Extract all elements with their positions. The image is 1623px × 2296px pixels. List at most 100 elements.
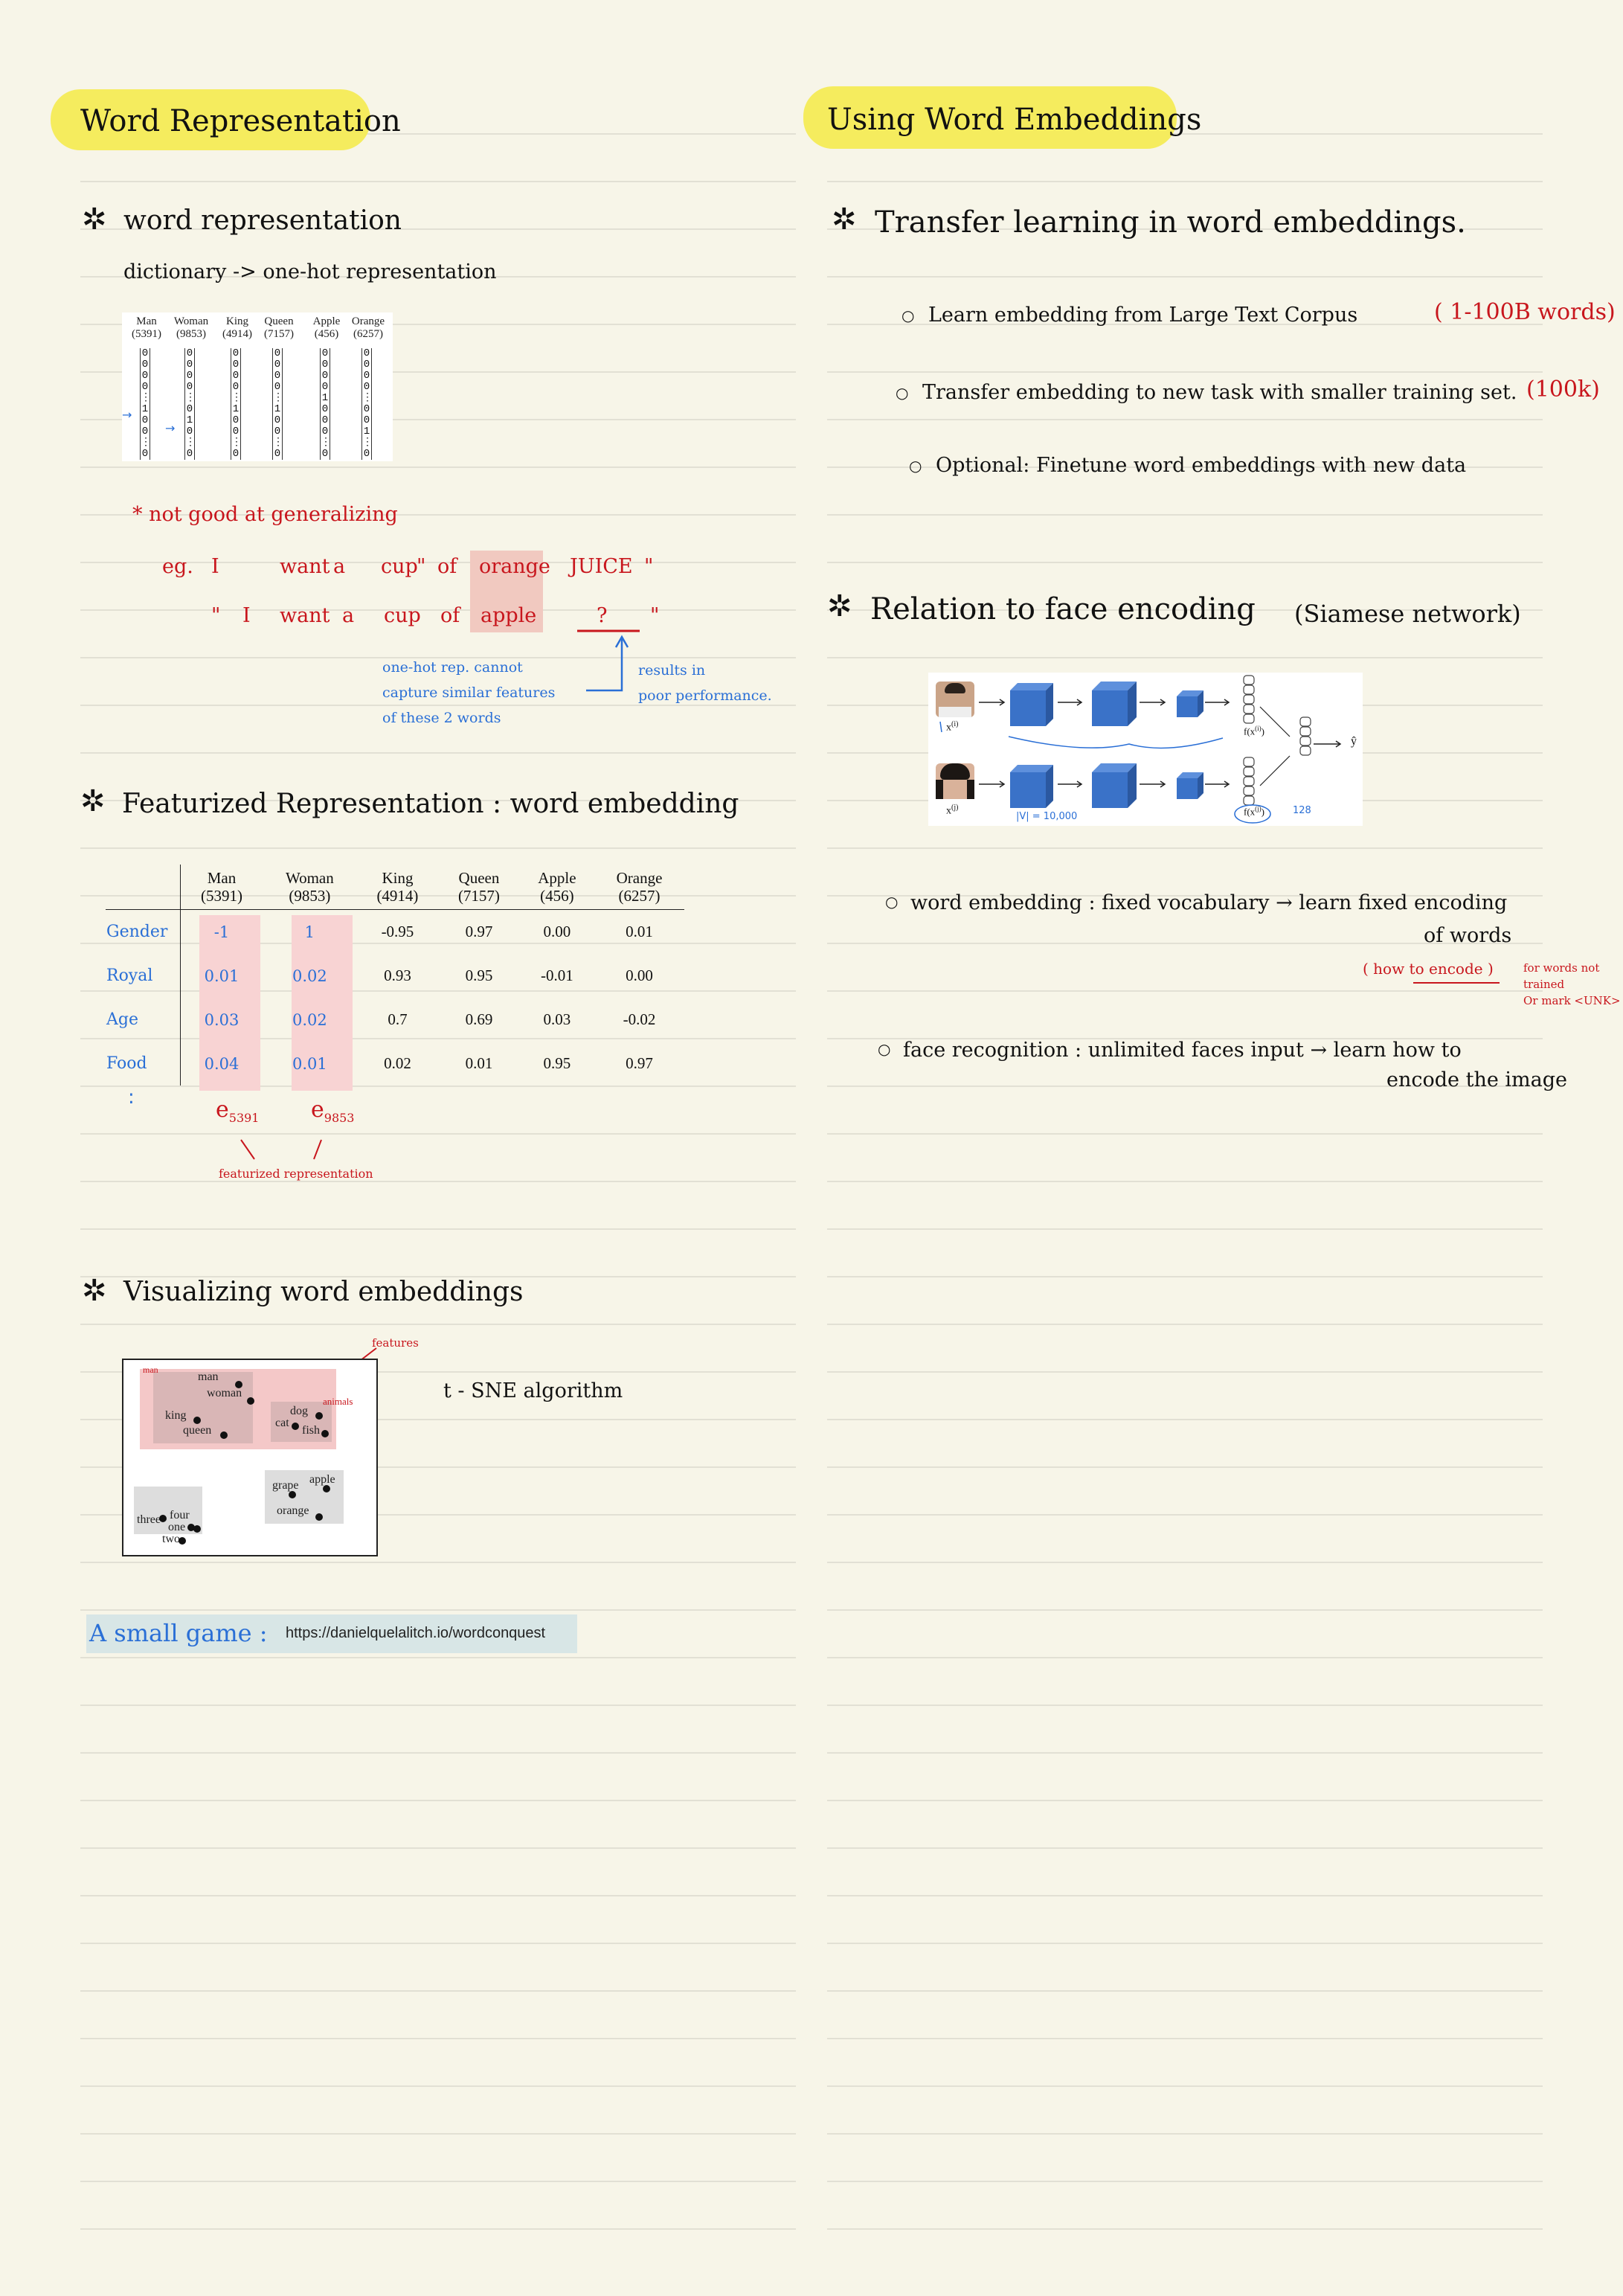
tsne-annotation: animals bbox=[323, 1396, 353, 1407]
tsne-word-label: fish bbox=[302, 1424, 320, 1437]
table-cell: 0.95 bbox=[543, 1054, 571, 1072]
word-embedding-note: word embedding : fixed vocabulary → lear… bbox=[910, 891, 1508, 914]
onehot-column-header: Woman (9853) bbox=[173, 315, 209, 340]
star-icon: ✲ bbox=[827, 589, 852, 623]
face-recognition-note-cont: encode the image bbox=[1386, 1068, 1567, 1091]
note-line: capture similar features bbox=[382, 684, 556, 701]
feature-label: Gender bbox=[106, 909, 181, 954]
table-cell: 0.03 bbox=[543, 1010, 571, 1028]
onehot-column-header: Apple (456) bbox=[312, 315, 341, 340]
word-embedding-note-cont: of words bbox=[1424, 924, 1512, 947]
star-icon: ✲ bbox=[82, 1274, 107, 1308]
sentence-word: orange bbox=[479, 555, 550, 578]
sentence-word: I bbox=[242, 604, 251, 627]
featurized-arrows bbox=[240, 1139, 322, 1160]
table-cell: 1 bbox=[304, 923, 315, 941]
sentence-word: a bbox=[333, 555, 346, 578]
table-column-header: Man (5391) bbox=[180, 865, 263, 910]
tsne-word-label: apple bbox=[309, 1473, 335, 1486]
table-column-header: Apple (456) bbox=[519, 865, 595, 910]
table-corner bbox=[106, 865, 181, 910]
table-row: Gender -1 1 -0.95 0.97 0.00 0.01 bbox=[106, 909, 684, 954]
tsne-point bbox=[315, 1513, 323, 1521]
note-line: of these 2 words bbox=[382, 710, 501, 726]
onehot-vector: 0 0 0 0 1 0 0 0 ⋮ 0 bbox=[320, 347, 331, 460]
table-cell: 0.00 bbox=[543, 923, 571, 940]
tsne-word-label: woman bbox=[207, 1387, 242, 1399]
how-to-encode-note: ( how to encode ) bbox=[1363, 960, 1494, 978]
tsne-word-label: dog bbox=[290, 1405, 308, 1417]
tsne-point bbox=[292, 1423, 299, 1430]
table-cell: 0.01 bbox=[626, 923, 653, 940]
tsne-word-label: cat bbox=[275, 1417, 289, 1429]
table-cell: 0.97 bbox=[465, 923, 493, 940]
e-woman-label: e9853 bbox=[311, 1097, 355, 1125]
unk-note: for words not trained Or mark <UNK> bbox=[1523, 960, 1621, 1009]
eg-label: eg. bbox=[162, 555, 193, 578]
onehot-figure: Man (5391) Woman (9853) King (4914) Queen (7157… bbox=[122, 312, 393, 461]
face-recognition-note: face recognition : unlimited faces input… bbox=[903, 1039, 1462, 1062]
table-cell: 0.93 bbox=[384, 966, 411, 984]
dim-note: 128 bbox=[1293, 805, 1311, 816]
table-cell: 0.95 bbox=[465, 966, 493, 984]
yhat-label: ŷ bbox=[1351, 735, 1357, 748]
star-icon: ✲ bbox=[832, 202, 857, 237]
tsne-point bbox=[193, 1525, 201, 1533]
onehot-column-header: Orange (6257) bbox=[351, 315, 385, 340]
tsne-word-label: two bbox=[162, 1533, 180, 1545]
feature-label: Age bbox=[106, 998, 181, 1042]
table-column-header: King (4914) bbox=[356, 865, 439, 910]
more-rows-dots: : bbox=[128, 1086, 135, 1109]
arrow-icon: → bbox=[165, 421, 176, 435]
tsne-point bbox=[179, 1537, 186, 1545]
feature-label: Food bbox=[106, 1042, 181, 1086]
featurized-note: featurized representation bbox=[219, 1167, 373, 1181]
sentence-word: " bbox=[644, 555, 654, 578]
table-cell: -0.95 bbox=[381, 923, 414, 940]
tsne-word-label: queen bbox=[183, 1424, 212, 1437]
section-heading-featurized: Featurized Representation : word embeddi… bbox=[122, 789, 739, 819]
bullet-icon: ○ bbox=[896, 384, 909, 402]
transfer-bullet-text: Optional: Finetune word embeddings with … bbox=[936, 454, 1467, 477]
table-column-header: Orange (6257) bbox=[594, 865, 684, 910]
e-man-label: e5391 bbox=[216, 1097, 260, 1125]
bullet-icon: ○ bbox=[885, 893, 899, 911]
sentence-word: " bbox=[211, 604, 221, 627]
fxj-label: f(x(j)) bbox=[1244, 805, 1265, 818]
tsne-point bbox=[321, 1430, 329, 1437]
table-row: Age 0.03 0.02 0.7 0.69 0.03 -0.02 bbox=[106, 998, 684, 1042]
onehot-limitation-note: one-hot rep. cannot capture similar feat… bbox=[382, 655, 555, 731]
tsne-word-label: man bbox=[198, 1370, 219, 1383]
table-cell: 0.69 bbox=[465, 1010, 493, 1028]
note-line: one-hot rep. cannot bbox=[382, 659, 523, 676]
bullet-icon: ○ bbox=[909, 457, 922, 475]
table-column-header: Queen (7157) bbox=[438, 865, 520, 910]
vocab-size-note: |V| = 10,000 bbox=[1016, 811, 1078, 822]
table-cell: 0.03 bbox=[204, 1010, 240, 1029]
onehot-vector: 0 0 0 0 ⋮ 1 0 0 ⋮ 0 bbox=[231, 347, 242, 460]
table-cell: -0.02 bbox=[623, 1010, 656, 1028]
onehot-column-header: King (4914) bbox=[222, 315, 252, 340]
table-cell: 0.7 bbox=[388, 1010, 408, 1028]
poor-performance-note: results in poor performance. bbox=[638, 658, 772, 708]
siamese-network-figure: x(i) x(j) f(x(i)) f(x(j)) ŷ |V| = 10,000… bbox=[928, 673, 1363, 826]
feature-table: Man (5391) Woman (9853) King (4914) Queen (7157… bbox=[106, 865, 684, 1086]
left-page-title: Word Representation bbox=[80, 104, 401, 138]
sentence-word: JUICE bbox=[570, 555, 633, 578]
tsne-point bbox=[247, 1397, 254, 1405]
tsne-annotation: man bbox=[143, 1365, 158, 1375]
tsne-word-label: orange bbox=[277, 1504, 309, 1517]
sentence-word: of bbox=[437, 555, 457, 578]
fxi-label: f(x(i)) bbox=[1244, 725, 1265, 737]
section-heading-face-encoding: Relation to face encoding bbox=[870, 592, 1256, 626]
onehot-vector: 0 0 0 0 ⋮ 0 0 1 ⋮ 0 bbox=[361, 347, 373, 460]
tsne-point bbox=[220, 1431, 228, 1439]
game-url-link[interactable]: https://danielquelalitch.io/wordconquest bbox=[286, 1625, 545, 1642]
siamese-diagram bbox=[939, 675, 1342, 824]
tsne-word-label: king bbox=[165, 1409, 187, 1422]
onehot-vector: 0 0 0 0 ⋮ 1 0 0 ⋮ 0 bbox=[140, 347, 151, 460]
right-page-title: Using Word Embeddings bbox=[827, 103, 1202, 137]
star-icon: ✲ bbox=[82, 202, 107, 237]
note-line: trained bbox=[1523, 978, 1565, 991]
tsne-point bbox=[315, 1412, 323, 1420]
